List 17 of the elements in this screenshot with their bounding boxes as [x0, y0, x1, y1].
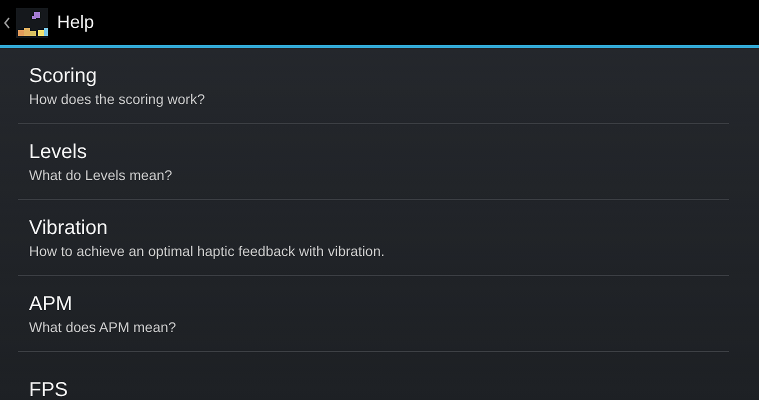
- item-title: FPS: [29, 378, 69, 400]
- item-description: What does APM mean?: [29, 318, 178, 336]
- app-logo-icon: [16, 8, 48, 38]
- help-item[interactable]: Levels What do Levels mean?: [18, 124, 729, 200]
- help-item[interactable]: Scoring How does the scoring work?: [18, 48, 729, 124]
- help-item[interactable]: Vibration How to achieve an optimal haptic feedback with vibration.: [18, 200, 729, 276]
- back-caret-icon: [4, 16, 10, 28]
- item-title: Scoring: [29, 64, 98, 88]
- item-title: Levels: [29, 140, 88, 164]
- item-description: How to achieve an optimal haptic feedback with vibration.: [29, 242, 386, 260]
- help-item[interactable]: APM What does APM mean?: [18, 276, 729, 352]
- help-item[interactable]: FPS: [18, 352, 729, 400]
- item-title: APM: [29, 292, 74, 316]
- item-description: How does the scoring work?: [29, 90, 206, 108]
- screen-title: Help: [57, 12, 94, 33]
- item-description: What do Levels mean?: [29, 166, 174, 184]
- item-title: Vibration: [29, 216, 109, 240]
